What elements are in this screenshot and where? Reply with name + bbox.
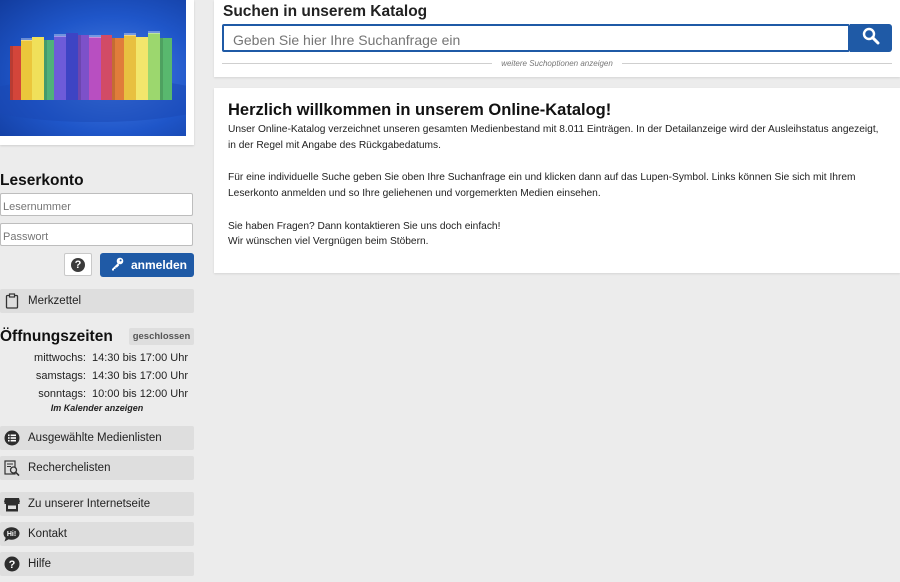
contact-link[interactable]: Hi! Kontakt [0, 522, 194, 546]
hours-day: mittwochs: [34, 352, 86, 364]
research-lists-label: Recherchelisten [28, 462, 111, 474]
divider [621, 62, 893, 64]
welcome-paragraph-search: Für eine individuelle Suche geben Sie ob… [228, 172, 856, 199]
welcome-title: Herzlich willkommen in unserem Online-Ka… [228, 101, 612, 119]
hours-row: samstags: 14:30 bis 17:00 Uhr [0, 370, 194, 385]
login-button[interactable]: anmelden [100, 253, 194, 277]
hours-day: samstags: [35, 370, 86, 382]
hours-row: mittwochs: 14:30 bis 17:00 Uhr [0, 352, 194, 367]
hours-day: sonntags: [38, 388, 86, 400]
hours-time: 14:30 bis 17:00 Uhr [92, 370, 189, 382]
sidebar: Leserkonto ? anmelden Merkzettel Öffnung… [0, 0, 196, 582]
welcome-card: Herzlich willkommen in unserem Online-Ka… [214, 88, 900, 273]
hours-time: 10:00 bis 12:00 Uhr [92, 388, 189, 400]
search-input[interactable] [222, 24, 850, 52]
more-search-options: weitere Suchoptionen anzeigen [222, 57, 893, 69]
password-input[interactable] [0, 223, 193, 246]
notepad-label: Merkzettel [28, 295, 82, 307]
website-link[interactable]: Zu unserer Internetseite [0, 492, 194, 516]
welcome-paragraph-closing: Wir wünschen viel Vergnügen beim Stöbern… [228, 236, 429, 247]
key-icon [110, 257, 124, 274]
welcome-paragraph-catalog: Unser Online-Katalog verzeichnet unseren… [228, 124, 879, 151]
hours-time: 14:30 bis 17:00 Uhr [92, 352, 189, 364]
list-icon [3, 430, 20, 447]
login-help-button[interactable]: ? [64, 253, 92, 276]
svg-text:Hi!: Hi! [7, 531, 16, 538]
opening-hours-title: Öffnungszeiten [0, 328, 113, 345]
divider [222, 62, 493, 64]
help-label: Hilfe [28, 558, 52, 570]
media-lists-link[interactable]: Ausgewählte Medienlisten [0, 426, 194, 450]
search-button[interactable] [850, 24, 892, 52]
search-card: Suchen in unserem Katalog weitere Suchop… [214, 0, 900, 77]
svg-text:?: ? [8, 559, 15, 571]
account-title: Leserkonto [0, 172, 84, 189]
store-icon [3, 496, 20, 513]
notepad-link[interactable]: Merkzettel [0, 289, 194, 313]
welcome-paragraph-questions: Sie haben Fragen? Dann kontaktieren Sie … [228, 221, 501, 232]
books-image [0, 0, 186, 136]
search-list-icon [3, 459, 20, 477]
search-icon [862, 27, 880, 50]
contact-label: Kontakt [28, 528, 67, 540]
more-search-options-link[interactable]: weitere Suchoptionen anzeigen [492, 59, 622, 68]
reader-number-input[interactable] [0, 193, 193, 216]
search-title: Suchen in unserem Katalog [223, 3, 428, 20]
library-logo-card [0, 0, 194, 145]
research-lists-link[interactable]: Recherchelisten [0, 456, 194, 480]
hi-chat-icon: Hi! [3, 526, 20, 543]
status-badge: geschlossen [129, 328, 194, 345]
calendar-link[interactable]: Im Kalender anzeigen [0, 403, 194, 413]
question-icon: ? [3, 556, 20, 573]
media-lists-label: Ausgewählte Medienlisten [28, 432, 162, 444]
login-button-label: anmelden [131, 258, 188, 272]
hours-row: sonntags: 10:00 bis 12:00 Uhr [0, 388, 194, 403]
question-icon: ? [71, 257, 85, 272]
clipboard-icon [3, 293, 20, 310]
website-label: Zu unserer Internetseite [28, 498, 151, 510]
help-link[interactable]: ? Hilfe [0, 552, 194, 576]
